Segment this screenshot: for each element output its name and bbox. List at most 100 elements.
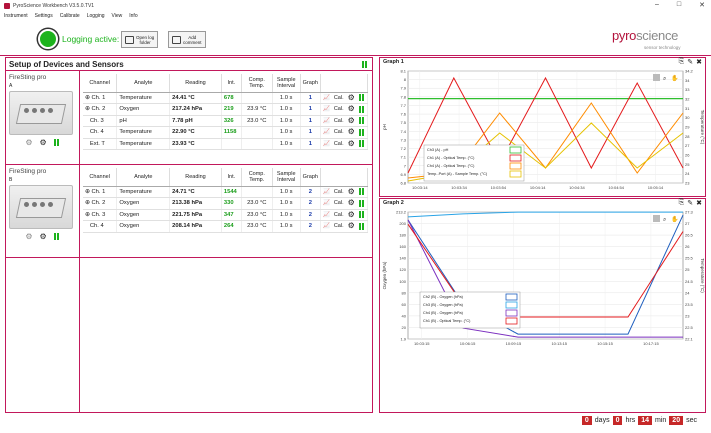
- menu-instrument[interactable]: Instrument: [4, 13, 28, 19]
- channel-cell[interactable]: ⊕ Ch. 1: [83, 92, 118, 104]
- interval-cell[interactable]: 1.0 s: [272, 209, 301, 221]
- pin-icon[interactable]: ✎: [687, 199, 693, 207]
- channel-cell[interactable]: ⊕ Ch. 1: [83, 186, 118, 198]
- table-row[interactable]: ⊕ Ch. 3 Oxygen 221.75 hPa 347 23.0 °C 1.0 s 2 📈…: [83, 209, 369, 221]
- graph-cell[interactable]: 1: [300, 126, 321, 139]
- channel-cell[interactable]: Ch. 3: [83, 115, 118, 127]
- menu-info[interactable]: Info: [129, 13, 137, 19]
- device-settings-icon[interactable]: ⚙: [25, 138, 32, 147]
- chart-icon[interactable]: 📈: [323, 200, 330, 206]
- graph-cell[interactable]: 2: [300, 220, 321, 233]
- menu-view[interactable]: View: [112, 13, 123, 19]
- device-settings-icon[interactable]: ⚙: [25, 232, 32, 241]
- channel-cell[interactable]: Ch. 4: [83, 220, 118, 233]
- export-icon[interactable]: ⎘: [679, 199, 685, 207]
- graph-cell[interactable]: 2: [300, 209, 321, 221]
- pause-icon[interactable]: [358, 117, 364, 125]
- calibrate-button[interactable]: Cal.: [334, 212, 344, 218]
- menu-logging[interactable]: Logging: [87, 13, 105, 19]
- minimize-button[interactable]: –: [655, 1, 659, 9]
- table-row[interactable]: ⊕ Ch. 1 Temperature 24.71 °C 1544 1.0 s 2 📈 Cal…: [83, 186, 369, 198]
- gear-icon[interactable]: ⚙: [348, 222, 355, 230]
- table-row[interactable]: ⊕ Ch. 2 Oxygen 217.24 hPa 219 23.9 °C 1.0 s 1 📈…: [83, 103, 369, 116]
- table-row[interactable]: Ext. T Temperature 23.93 °C 1.0 s 1 📈 Cal. ⚙: [83, 138, 369, 150]
- gear-icon[interactable]: ⚙: [348, 128, 355, 136]
- device-image: [9, 185, 73, 229]
- open-log-folder-button[interactable]: Open log folder: [121, 31, 159, 48]
- graph1-chart[interactable]: 8.1 8 7.9 7.8 7.7 7.6 7.5 7.4 7.3 7.2 7.1 7 6.9 6.8 34…: [380, 67, 705, 197]
- pause-icon[interactable]: [358, 188, 364, 196]
- pause-icon[interactable]: [358, 128, 364, 136]
- pause-icon[interactable]: [53, 233, 59, 240]
- chart-icon[interactable]: 📈: [323, 106, 330, 112]
- close-icon[interactable]: ✖: [696, 199, 702, 207]
- logging-status-button[interactable]: [38, 29, 58, 49]
- graph-cell[interactable]: 2: [300, 186, 321, 198]
- pause-icon[interactable]: [358, 222, 364, 230]
- pause-icon[interactable]: [358, 94, 364, 102]
- interval-cell[interactable]: 1.0 s: [272, 197, 301, 210]
- gear-icon[interactable]: ⚙: [348, 210, 355, 218]
- channel-cell[interactable]: ⊕ Ch. 3: [83, 209, 118, 221]
- channel-cell[interactable]: Ext. T: [83, 138, 118, 150]
- calibrate-button[interactable]: Cal.: [334, 189, 344, 195]
- interval-cell[interactable]: 1.0 s: [272, 138, 301, 150]
- interval-cell[interactable]: 1.0 s: [272, 126, 301, 139]
- table-row[interactable]: ⊕ Ch. 1 Temperature 24.41 °C 678 1.0 s 1 📈 Cal.…: [83, 92, 369, 104]
- calibrate-button[interactable]: Cal.: [334, 129, 344, 135]
- channel-cell[interactable]: ⊕ Ch. 2: [83, 103, 118, 116]
- table-row[interactable]: Ch. 4 Oxygen 208.14 hPa 264 23.0 °C 1.0 s 2 📈 Ca…: [83, 220, 369, 233]
- table-row[interactable]: Ch. 4 Temperature 22.90 °C 1158 1.0 s 1 📈 Cal. ⚙: [83, 126, 369, 139]
- chart-icon[interactable]: 📈: [323, 212, 330, 218]
- calibrate-button[interactable]: Cal.: [334, 141, 344, 147]
- export-icon[interactable]: ⎘: [679, 58, 685, 66]
- graph-cell[interactable]: 2: [300, 197, 321, 210]
- channel-cell[interactable]: ⊕ Ch. 2: [83, 197, 118, 210]
- gear-icon[interactable]: ⚙: [348, 116, 355, 124]
- gear-icon[interactable]: ⚙: [40, 232, 47, 240]
- chart-icon[interactable]: 📈: [323, 223, 330, 229]
- table-row[interactable]: Ch. 3 pH 7.78 pH 326 23.0 °C 1.0 s 1 📈 Cal. ⚙: [83, 115, 369, 127]
- gear-icon[interactable]: ⚙: [348, 199, 355, 207]
- pause-all-icon[interactable]: [362, 61, 367, 68]
- calibrate-button[interactable]: Cal.: [334, 200, 344, 206]
- graph-cell[interactable]: 1: [300, 92, 321, 104]
- menu-calibrate[interactable]: Calibrate: [60, 13, 80, 19]
- calibrate-button[interactable]: Cal.: [334, 106, 344, 112]
- graph-cell[interactable]: 1: [300, 103, 321, 116]
- interval-cell[interactable]: 1.0 s: [272, 220, 301, 233]
- chart-icon[interactable]: 📈: [323, 118, 330, 124]
- gear-icon[interactable]: ⚙: [348, 139, 355, 147]
- gear-icon[interactable]: ⚙: [348, 187, 355, 195]
- pause-icon[interactable]: [358, 199, 364, 207]
- gear-icon[interactable]: ⚙: [348, 105, 355, 113]
- chart-icon[interactable]: 📈: [323, 189, 330, 195]
- interval-cell[interactable]: 1.0 s: [272, 103, 301, 116]
- interval-cell[interactable]: 1.0 s: [272, 186, 301, 198]
- chart-icon[interactable]: 📈: [323, 141, 330, 147]
- pause-icon[interactable]: [358, 105, 364, 113]
- chart-icon[interactable]: 📈: [323, 95, 330, 101]
- gear-icon[interactable]: ⚙: [40, 138, 47, 146]
- close-icon[interactable]: ✖: [696, 58, 702, 66]
- close-button[interactable]: ✕: [699, 1, 705, 9]
- pause-icon[interactable]: [358, 211, 364, 219]
- graph-cell[interactable]: 1: [300, 138, 321, 150]
- maximize-button[interactable]: □: [677, 1, 681, 9]
- add-comment-button[interactable]: Add comment: [168, 31, 206, 48]
- calibrate-button[interactable]: Cal.: [334, 118, 344, 124]
- table-row[interactable]: ⊕ Ch. 2 Oxygen 213.38 hPa 330 23.0 °C 1.0 s 2 📈…: [83, 197, 369, 210]
- pause-icon[interactable]: [358, 140, 364, 148]
- chart-icon[interactable]: 📈: [323, 129, 330, 135]
- graph-cell[interactable]: 1: [300, 115, 321, 127]
- pin-icon[interactable]: ✎: [687, 58, 693, 66]
- pause-icon[interactable]: [53, 139, 59, 146]
- gear-icon[interactable]: ⚙: [348, 93, 355, 101]
- calibrate-button[interactable]: Cal.: [334, 223, 344, 229]
- calibrate-button[interactable]: Cal.: [334, 95, 344, 101]
- interval-cell[interactable]: 1.0 s: [272, 115, 301, 127]
- graph2-chart[interactable]: 213.2 200 180 160 140 120 100 80 60 40 20 1.9 27.3 27…: [380, 208, 705, 353]
- menu-settings[interactable]: Settings: [35, 13, 53, 19]
- interval-cell[interactable]: 1.0 s: [272, 92, 301, 104]
- channel-cell[interactable]: Ch. 4: [83, 126, 118, 139]
